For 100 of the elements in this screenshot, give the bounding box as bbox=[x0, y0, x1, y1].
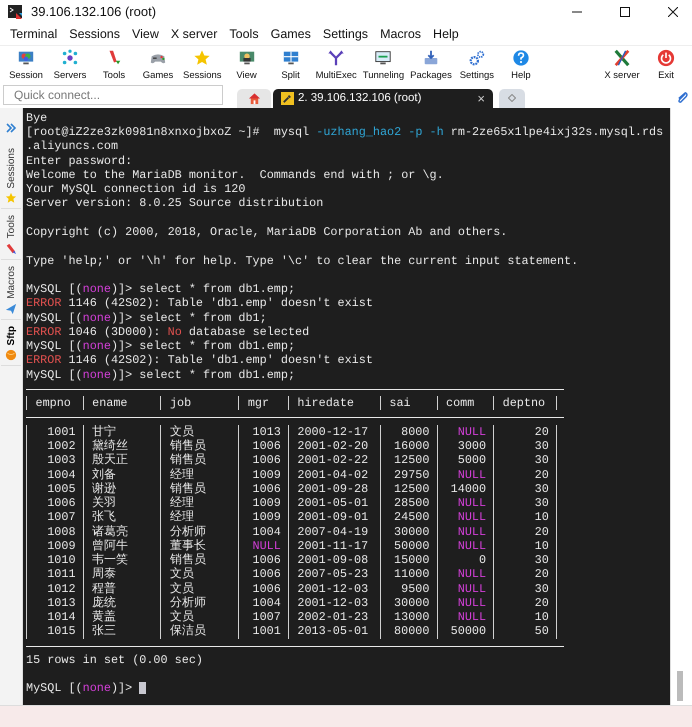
table-cell: 1006 bbox=[252, 438, 281, 453]
side-tab[interactable]: Tools bbox=[1, 209, 21, 260]
side-tab[interactable]: Sessions bbox=[1, 142, 21, 210]
table-cell: 2001-12-03 bbox=[297, 596, 368, 610]
gears-icon bbox=[468, 48, 486, 67]
table-cell: 分析师 bbox=[170, 596, 206, 610]
table-cell: 29750 bbox=[394, 468, 430, 482]
table-cell: 2002-01-23 bbox=[297, 610, 368, 624]
table-cell: 1009 bbox=[252, 510, 281, 524]
toolbar-button[interactable]: Packages bbox=[407, 48, 455, 81]
menu-item[interactable]: Terminal bbox=[4, 27, 64, 42]
toolbar-button[interactable]: X server bbox=[600, 48, 644, 81]
screwdriver-icon bbox=[5, 242, 17, 255]
table-cell: 殷天正 bbox=[92, 453, 128, 468]
toolbar-button[interactable]: Settings bbox=[454, 48, 499, 81]
power-icon bbox=[657, 48, 675, 67]
expand-icon[interactable] bbox=[5, 122, 17, 134]
table-cell: 14000 bbox=[450, 482, 486, 496]
table-cell: 2001-09-08 bbox=[297, 553, 368, 568]
session-tab[interactable]: 2. 39.106.132.106 (root) × bbox=[273, 88, 493, 108]
menu-item[interactable]: Settings bbox=[316, 27, 374, 42]
help-icon bbox=[512, 48, 530, 67]
table-cell: 谢逊 bbox=[92, 482, 116, 496]
monitor-icon bbox=[374, 48, 392, 67]
toolbar-button[interactable]: Games bbox=[136, 48, 180, 81]
table-cell: 张飞 bbox=[92, 510, 116, 524]
table-cell: 董事长 bbox=[170, 538, 206, 553]
table-cell: 50 bbox=[534, 624, 549, 638]
home-tab[interactable] bbox=[237, 88, 271, 108]
toolbar-button[interactable]: MultiExec bbox=[312, 48, 360, 81]
column-header: sai bbox=[389, 396, 411, 410]
table-cell: 2000-12-17 bbox=[297, 424, 368, 439]
table-cell: NULL bbox=[252, 538, 281, 553]
menu-item[interactable]: View bbox=[126, 27, 165, 42]
terminal-line: MySQL [(none)]> select * from db1; bbox=[26, 310, 267, 325]
side-tab[interactable]: Sftp bbox=[1, 320, 21, 366]
terminal-line: Copyright (c) 2000, 2018, Oracle, MariaDB Corporation Ab and others. bbox=[26, 224, 508, 240]
table-cell: 黄盖 bbox=[92, 610, 116, 624]
split-screen-icon bbox=[282, 48, 300, 67]
table-cell: 关羽 bbox=[92, 496, 116, 510]
table-cell: 28500 bbox=[394, 496, 430, 510]
table-cell: 文员 bbox=[170, 424, 194, 439]
side-tab[interactable]: Macros bbox=[1, 260, 21, 320]
table-cell: 30 bbox=[534, 553, 549, 568]
table-cell: 16000 bbox=[394, 438, 430, 453]
terminal-line: MySQL [(none)]> bbox=[26, 681, 134, 696]
table-cell: 1006 bbox=[252, 582, 281, 596]
table-cell: 20 bbox=[534, 468, 549, 482]
toolbar-button[interactable]: Help bbox=[498, 48, 543, 81]
close-icon[interactable] bbox=[668, 6, 678, 17]
table-cell: 1002 bbox=[47, 438, 76, 453]
window-title: 39.106.132.106 (root) bbox=[31, 4, 156, 20]
table-cell: 1003 bbox=[47, 453, 76, 468]
menu-item[interactable]: Help bbox=[427, 27, 465, 42]
terminal-line: ERROR 1046 (3D000): No database selected bbox=[26, 324, 310, 340]
menu-item[interactable]: Games bbox=[264, 27, 317, 42]
table-cell: 30000 bbox=[394, 596, 430, 610]
monitor-icon bbox=[238, 48, 256, 67]
terminal-line: ERROR 1146 (42S02): Table 'db1.emp' doesn't exist bbox=[26, 296, 373, 311]
table-cell: 2001-09-01 bbox=[297, 510, 368, 524]
table-cell: 销售员 bbox=[170, 453, 206, 468]
terminal-line: Welcome to the MariaDB monitor. Commands end with ; or \g. bbox=[26, 168, 444, 182]
table-cell: 1014 bbox=[47, 610, 76, 624]
table-cell: 1004 bbox=[252, 524, 281, 539]
maximize-icon[interactable] bbox=[620, 6, 630, 17]
toolbar-button[interactable]: View bbox=[224, 48, 269, 81]
table-cell: 销售员 bbox=[170, 553, 206, 568]
toolbar-button[interactable]: Split bbox=[268, 48, 313, 81]
toolbar-button[interactable]: Sessions bbox=[180, 48, 225, 81]
menu-item[interactable]: Tools bbox=[223, 27, 265, 42]
table-cell: 2001-11-17 bbox=[297, 538, 368, 553]
paperclip-icon[interactable] bbox=[676, 90, 689, 105]
toolbar-button[interactable]: Tools bbox=[92, 48, 136, 81]
column-header: deptno bbox=[502, 396, 546, 410]
fork-icon bbox=[327, 48, 346, 67]
house-icon bbox=[248, 92, 260, 105]
toolbar-button[interactable]: Servers bbox=[48, 48, 92, 81]
new-tab-button[interactable] bbox=[499, 88, 525, 108]
quick-connect-field[interactable]: Quick connect... bbox=[3, 84, 223, 105]
table-cell: 11000 bbox=[394, 567, 430, 582]
table-cell: NULL bbox=[458, 424, 486, 439]
terminal[interactable] bbox=[23, 108, 670, 706]
terminal-line: .aliyuncs.com bbox=[26, 139, 118, 154]
terminal-line: MySQL [(none)]> select * from db1.emp; bbox=[26, 339, 296, 354]
table-cell: 1013 bbox=[47, 596, 76, 610]
table-cell: 1004 bbox=[47, 468, 76, 482]
menu-item[interactable]: X server bbox=[164, 27, 224, 42]
table-cell: 20 bbox=[534, 567, 549, 582]
table-cell: NULL bbox=[458, 582, 486, 596]
table-cell: 2001-02-20 bbox=[297, 438, 368, 453]
terminal-line: MySQL [(none)]> select * from db1.emp; bbox=[26, 368, 296, 382]
terminal-line: 15 rows in set (0.00 sec) bbox=[26, 652, 203, 668]
tab-close-button[interactable]: × bbox=[477, 90, 485, 106]
table-cell: 2001-02-22 bbox=[297, 453, 368, 468]
toolbar-button[interactable]: Session bbox=[4, 48, 48, 81]
toolbar-button[interactable]: Tunneling bbox=[360, 48, 408, 81]
menu-item[interactable]: Sessions bbox=[63, 27, 126, 42]
table-cell: 曾阿牛 bbox=[92, 538, 128, 553]
menu-item[interactable]: Macros bbox=[374, 27, 428, 42]
toolbar-button[interactable]: Exit bbox=[644, 48, 688, 81]
